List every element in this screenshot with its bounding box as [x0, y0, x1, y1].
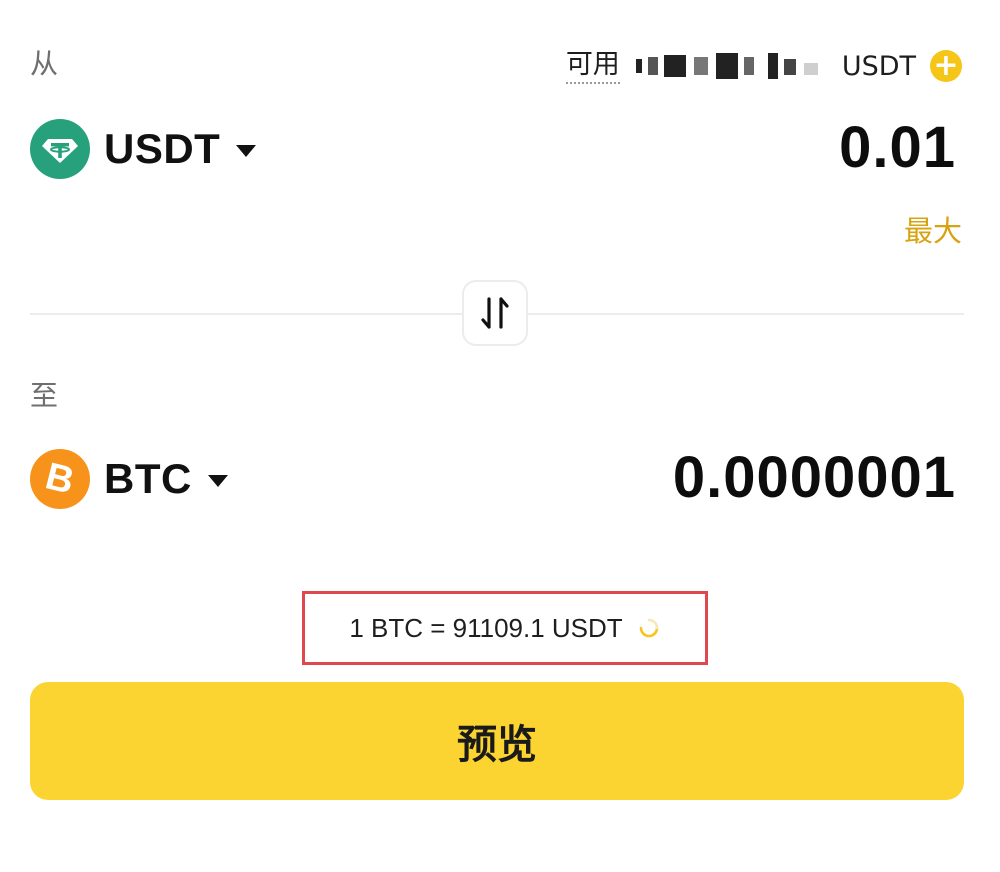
available-balance-row: 可用 USDT + [565, 44, 962, 88]
convert-page: 从 可用 USDT + USDT 0.01 最大 至 B BTC 0.00000… [0, 0, 1000, 872]
chevron-down-icon [207, 475, 228, 487]
preview-button[interactable]: 预览 [30, 682, 964, 800]
to-coin-code: BTC [104, 455, 192, 502]
bitcoin-icon: B [30, 449, 90, 509]
from-coin-selector[interactable]: USDT [30, 117, 257, 181]
refresh-spinner-icon [639, 618, 658, 638]
to-coin-selector[interactable]: B BTC [30, 447, 228, 511]
max-button[interactable]: 最大 [904, 210, 962, 252]
plus-circle-icon[interactable]: + [930, 50, 962, 82]
from-amount-input[interactable]: 0.01 [839, 114, 956, 181]
from-coin-code: USDT [104, 125, 221, 172]
available-currency: USDT [841, 50, 916, 82]
swap-vertical-icon [481, 297, 509, 329]
chevron-down-icon [236, 145, 257, 157]
exchange-rate-box: 1 BTC = 91109.1 USDT [302, 591, 708, 665]
masked-balance [634, 51, 824, 81]
tether-icon [30, 119, 90, 179]
available-label[interactable]: 可用 [565, 48, 620, 84]
to-amount-value: 0.0000001 [672, 445, 956, 510]
swap-button[interactable] [462, 280, 528, 346]
to-label: 至 [30, 379, 59, 412]
from-label: 从 [30, 47, 59, 80]
exchange-rate-text: 1 BTC = 91109.1 USDT [349, 612, 623, 643]
